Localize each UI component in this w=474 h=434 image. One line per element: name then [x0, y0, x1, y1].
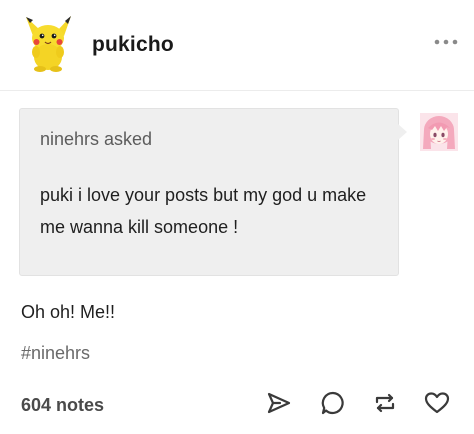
- more-dots-icon: [434, 39, 458, 45]
- more-options-button[interactable]: [432, 34, 460, 50]
- ask-bubble: ninehrs asked puki i love your posts but…: [19, 108, 399, 276]
- pikachu-avatar-icon[interactable]: [24, 14, 72, 72]
- heart-icon: [424, 392, 450, 414]
- send-icon: [267, 392, 291, 414]
- reblog-icon: [375, 393, 395, 413]
- question-text: puki i love your posts but my god u make…: [40, 185, 367, 237]
- asker-line[interactable]: ninehrs asked: [40, 129, 152, 150]
- header-divider: [0, 90, 474, 91]
- tag-link[interactable]: #ninehrs: [21, 343, 90, 364]
- post-header: pukicho: [0, 0, 474, 90]
- blog-name[interactable]: pukicho: [92, 33, 174, 57]
- reblog-button[interactable]: [372, 390, 398, 416]
- answer-text: Oh oh! Me!!: [21, 302, 116, 322]
- like-button[interactable]: [424, 390, 450, 416]
- reply-button[interactable]: [320, 390, 346, 416]
- reply-bubble-icon: [321, 391, 344, 415]
- share-button[interactable]: [266, 390, 292, 416]
- ask-bubble-tail: [398, 124, 407, 140]
- notes-count[interactable]: 604 notes: [21, 395, 104, 416]
- asker-avatar-icon[interactable]: [420, 113, 458, 151]
